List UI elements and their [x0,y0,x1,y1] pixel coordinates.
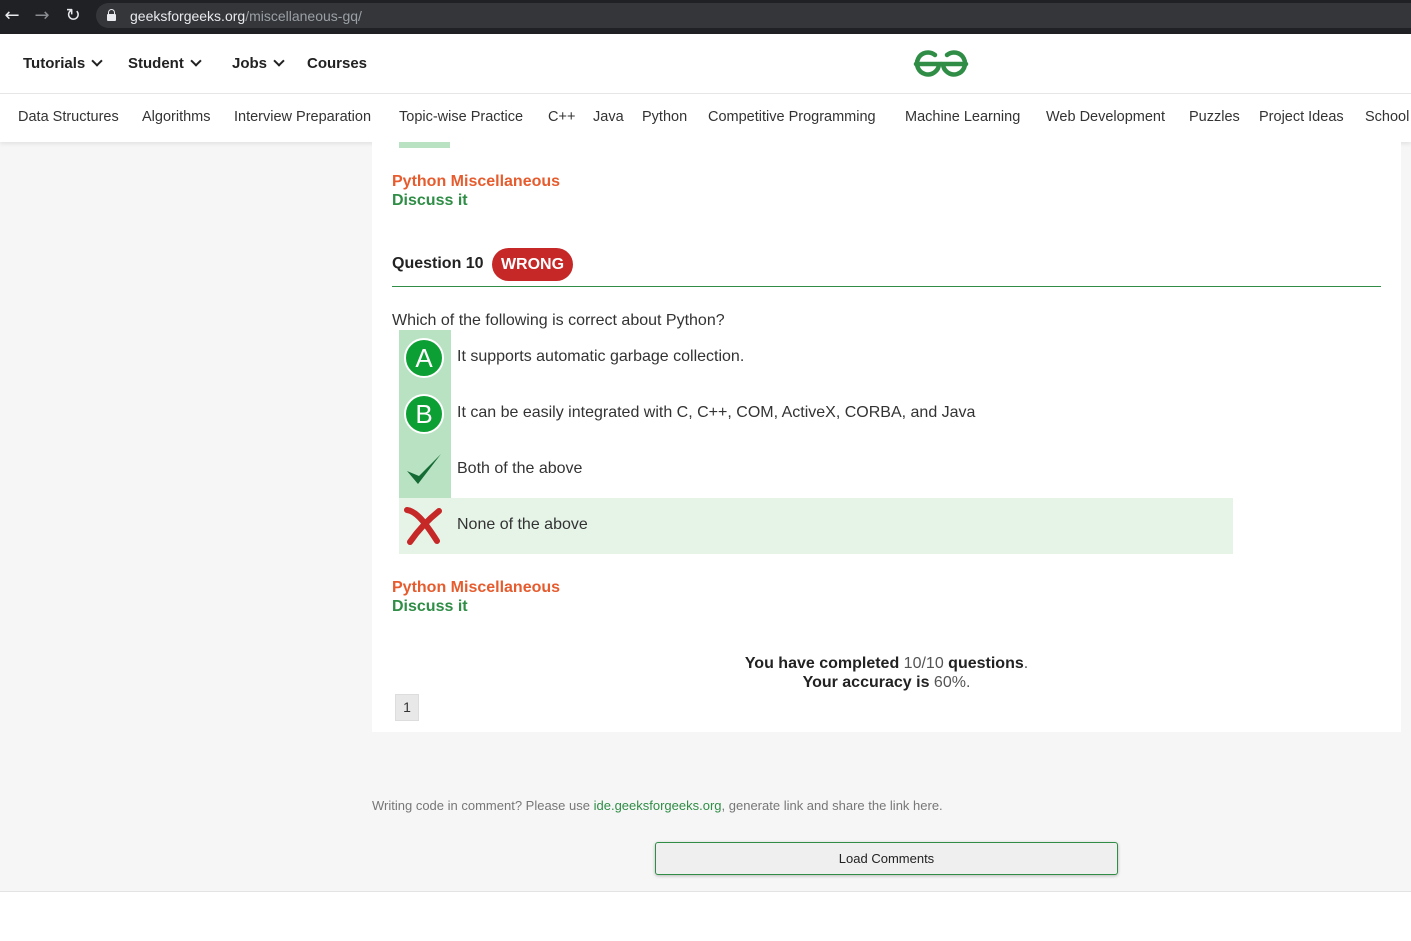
topic-topic-wise-practice[interactable]: Topic-wise Practice [399,109,523,125]
topic-java[interactable]: Java [593,109,624,125]
option-text: It supports automatic garbage collection… [457,348,745,365]
nav-student[interactable]: Student [128,55,202,72]
topic-cpp[interactable]: C++ [548,109,575,125]
address-bar[interactable]: geeksforgeeks.org/miscellaneous-gq/ [96,3,1411,28]
forward-arrow-icon[interactable]: → [30,5,54,27]
topic-puzzles[interactable]: Puzzles [1189,109,1240,125]
pagination-page-button[interactable]: 1 [395,694,419,721]
option-marker: B [399,386,451,442]
check-icon [407,454,441,484]
option-text: Both of the above [457,460,583,477]
topic-machine-learning[interactable]: Machine Learning [905,109,1020,125]
option-a[interactable]: A It supports automatic garbage collecti… [399,330,1233,386]
option-marker: A [399,330,451,386]
topic-web-development[interactable]: Web Development [1046,109,1165,125]
nav-tutorials[interactable]: Tutorials [23,55,103,72]
chevron-down-icon [91,55,103,67]
topic-school[interactable]: School [1365,109,1409,125]
top-nav: Tutorials Student Jobs Courses [0,34,1411,94]
reload-icon[interactable]: ↻ [61,5,85,27]
prev-tag-link[interactable]: Python Miscellaneous [392,173,560,191]
comment-code-note: Writing code in comment? Please use ide.… [372,798,943,813]
nav-courses[interactable]: Courses [307,55,367,72]
option-letter: B [404,394,444,434]
topic-interview-preparation[interactable]: Interview Preparation [234,109,371,125]
question-divider [392,286,1381,287]
question-tag-link[interactable]: Python Miscellaneous [392,579,560,597]
question-discuss-link[interactable]: Discuss it [392,598,468,616]
completion-summary: You have completed 10/10 questions. [744,655,1029,672]
site-header: Tutorials Student Jobs Courses Data Stru… [0,34,1411,142]
accuracy-summary: Your accuracy is 60%. [802,674,971,691]
load-comments-button[interactable]: Load Comments [655,842,1118,875]
cross-icon [404,507,442,545]
option-d-selected[interactable]: None of the above [399,498,1233,554]
topic-competitive-programming[interactable]: Competitive Programming [708,109,876,125]
topic-nav: Data Structures Algorithms Interview Pre… [0,94,1411,142]
lock-icon [107,9,116,21]
prev-discuss-link[interactable]: Discuss it [392,192,468,210]
topic-algorithms[interactable]: Algorithms [142,109,211,125]
nav-jobs[interactable]: Jobs [232,55,285,72]
question-title: Question 10 [392,255,484,272]
question-text: Which of the following is correct about … [392,312,725,329]
option-text: It can be easily integrated with C, C++,… [457,404,976,421]
ide-link[interactable]: ide.geeksforgeeks.org [594,798,722,813]
option-c-correct[interactable]: Both of the above [399,442,1233,498]
prev-option-marker [399,142,450,148]
topic-project-ideas[interactable]: Project Ideas [1259,109,1344,125]
topic-python[interactable]: Python [642,109,687,125]
option-marker [399,498,451,554]
browser-toolbar: ← → ↻ geeksforgeeks.org/miscellaneous-gq… [0,0,1411,34]
chevron-down-icon [190,55,202,67]
gfg-logo-icon[interactable] [912,48,970,80]
option-b[interactable]: B It can be easily integrated with C, C+… [399,386,1233,442]
option-letter: A [404,338,444,378]
url-text: geeksforgeeks.org/miscellaneous-gq/ [130,8,362,24]
option-marker [399,442,451,498]
chevron-down-icon [273,55,285,67]
footer [0,891,1411,941]
quiz-card: Python Miscellaneous Discuss it Question… [372,142,1401,732]
option-text: None of the above [457,516,588,533]
topic-data-structures[interactable]: Data Structures [18,109,119,125]
status-badge: WRONG [492,248,573,281]
back-arrow-icon[interactable]: ← [0,5,24,27]
